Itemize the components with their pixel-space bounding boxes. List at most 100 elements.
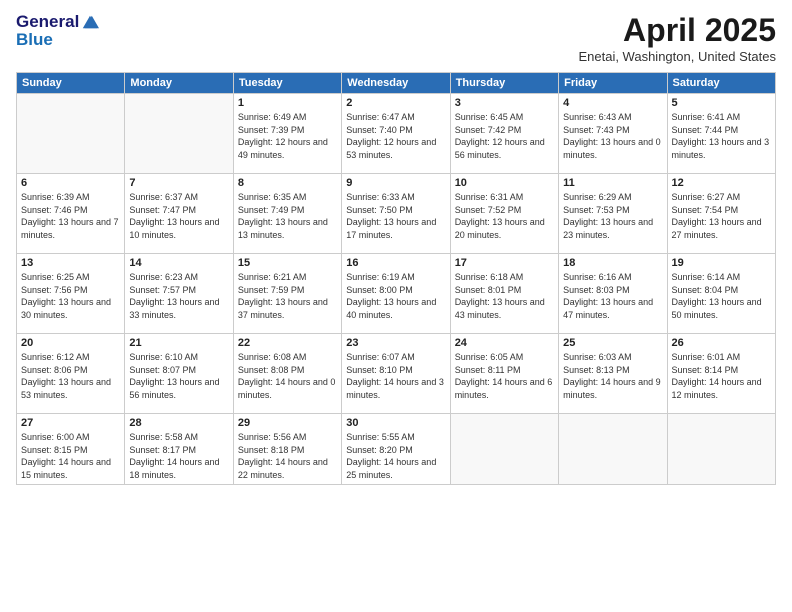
day-number: 21 [129, 337, 228, 349]
day-info: Sunrise: 6:08 AMSunset: 8:08 PMDaylight:… [238, 352, 336, 400]
day-cell: 19 Sunrise: 6:14 AMSunset: 8:04 PMDaylig… [667, 254, 775, 334]
day-info: Sunrise: 6:37 AMSunset: 7:47 PMDaylight:… [129, 192, 219, 240]
day-info: Sunrise: 6:07 AMSunset: 8:10 PMDaylight:… [346, 352, 444, 400]
day-cell: 16 Sunrise: 6:19 AMSunset: 8:00 PMDaylig… [342, 254, 450, 334]
day-number: 12 [672, 177, 771, 189]
day-number: 9 [346, 177, 445, 189]
day-cell [17, 94, 125, 174]
day-info: Sunrise: 6:01 AMSunset: 8:14 PMDaylight:… [672, 352, 762, 400]
day-number: 22 [238, 337, 337, 349]
day-number: 29 [238, 417, 337, 429]
week-row-5: 27 Sunrise: 6:00 AMSunset: 8:15 PMDaylig… [17, 414, 776, 485]
day-number: 15 [238, 257, 337, 269]
day-info: Sunrise: 6:19 AMSunset: 8:00 PMDaylight:… [346, 272, 436, 320]
day-number: 30 [346, 417, 445, 429]
day-cell: 21 Sunrise: 6:10 AMSunset: 8:07 PMDaylig… [125, 334, 233, 414]
title-block: April 2025 Enetai, Washington, United St… [578, 12, 776, 64]
day-number: 23 [346, 337, 445, 349]
week-row-4: 20 Sunrise: 6:12 AMSunset: 8:06 PMDaylig… [17, 334, 776, 414]
day-info: Sunrise: 6:23 AMSunset: 7:57 PMDaylight:… [129, 272, 219, 320]
day-cell: 5 Sunrise: 6:41 AMSunset: 7:44 PMDayligh… [667, 94, 775, 174]
day-info: Sunrise: 6:03 AMSunset: 8:13 PMDaylight:… [563, 352, 661, 400]
calendar: SundayMondayTuesdayWednesdayThursdayFrid… [16, 72, 776, 485]
day-cell [667, 414, 775, 485]
subtitle: Enetai, Washington, United States [578, 49, 776, 64]
day-info: Sunrise: 5:56 AMSunset: 8:18 PMDaylight:… [238, 432, 328, 480]
day-info: Sunrise: 6:33 AMSunset: 7:50 PMDaylight:… [346, 192, 436, 240]
day-cell: 30 Sunrise: 5:55 AMSunset: 8:20 PMDaylig… [342, 414, 450, 485]
day-cell: 7 Sunrise: 6:37 AMSunset: 7:47 PMDayligh… [125, 174, 233, 254]
day-number: 17 [455, 257, 554, 269]
page: General Blue April 2025 Enetai, Washingt… [0, 0, 792, 612]
week-row-1: 1 Sunrise: 6:49 AMSunset: 7:39 PMDayligh… [17, 94, 776, 174]
day-info: Sunrise: 6:45 AMSunset: 7:42 PMDaylight:… [455, 112, 545, 160]
logo-general: General [16, 12, 79, 32]
day-number: 26 [672, 337, 771, 349]
day-number: 24 [455, 337, 554, 349]
day-cell: 23 Sunrise: 6:07 AMSunset: 8:10 PMDaylig… [342, 334, 450, 414]
day-cell: 18 Sunrise: 6:16 AMSunset: 8:03 PMDaylig… [559, 254, 667, 334]
day-number: 2 [346, 97, 445, 109]
col-header-wednesday: Wednesday [342, 73, 450, 94]
day-info: Sunrise: 6:29 AMSunset: 7:53 PMDaylight:… [563, 192, 653, 240]
day-cell [125, 94, 233, 174]
day-cell: 20 Sunrise: 6:12 AMSunset: 8:06 PMDaylig… [17, 334, 125, 414]
day-info: Sunrise: 6:41 AMSunset: 7:44 PMDaylight:… [672, 112, 770, 160]
col-header-tuesday: Tuesday [233, 73, 341, 94]
day-number: 4 [563, 97, 662, 109]
day-cell: 29 Sunrise: 5:56 AMSunset: 8:18 PMDaylig… [233, 414, 341, 485]
day-info: Sunrise: 6:31 AMSunset: 7:52 PMDaylight:… [455, 192, 545, 240]
day-cell: 10 Sunrise: 6:31 AMSunset: 7:52 PMDaylig… [450, 174, 558, 254]
day-number: 13 [21, 257, 120, 269]
week-row-2: 6 Sunrise: 6:39 AMSunset: 7:46 PMDayligh… [17, 174, 776, 254]
day-number: 14 [129, 257, 228, 269]
day-info: Sunrise: 6:39 AMSunset: 7:46 PMDaylight:… [21, 192, 119, 240]
col-header-saturday: Saturday [667, 73, 775, 94]
main-title: April 2025 [578, 12, 776, 49]
day-number: 1 [238, 97, 337, 109]
day-number: 16 [346, 257, 445, 269]
day-cell: 12 Sunrise: 6:27 AMSunset: 7:54 PMDaylig… [667, 174, 775, 254]
day-number: 25 [563, 337, 662, 349]
day-number: 10 [455, 177, 554, 189]
col-header-thursday: Thursday [450, 73, 558, 94]
day-info: Sunrise: 6:25 AMSunset: 7:56 PMDaylight:… [21, 272, 111, 320]
day-cell: 22 Sunrise: 6:08 AMSunset: 8:08 PMDaylig… [233, 334, 341, 414]
day-number: 18 [563, 257, 662, 269]
day-cell: 15 Sunrise: 6:21 AMSunset: 7:59 PMDaylig… [233, 254, 341, 334]
day-cell: 28 Sunrise: 5:58 AMSunset: 8:17 PMDaylig… [125, 414, 233, 485]
day-number: 8 [238, 177, 337, 189]
day-cell: 27 Sunrise: 6:00 AMSunset: 8:15 PMDaylig… [17, 414, 125, 485]
day-number: 6 [21, 177, 120, 189]
day-info: Sunrise: 6:35 AMSunset: 7:49 PMDaylight:… [238, 192, 328, 240]
day-cell: 6 Sunrise: 6:39 AMSunset: 7:46 PMDayligh… [17, 174, 125, 254]
day-number: 19 [672, 257, 771, 269]
day-number: 28 [129, 417, 228, 429]
day-cell: 9 Sunrise: 6:33 AMSunset: 7:50 PMDayligh… [342, 174, 450, 254]
day-cell: 3 Sunrise: 6:45 AMSunset: 7:42 PMDayligh… [450, 94, 558, 174]
day-cell: 14 Sunrise: 6:23 AMSunset: 7:57 PMDaylig… [125, 254, 233, 334]
day-info: Sunrise: 6:05 AMSunset: 8:11 PMDaylight:… [455, 352, 553, 400]
day-info: Sunrise: 6:10 AMSunset: 8:07 PMDaylight:… [129, 352, 219, 400]
day-number: 11 [563, 177, 662, 189]
day-cell: 11 Sunrise: 6:29 AMSunset: 7:53 PMDaylig… [559, 174, 667, 254]
day-cell: 8 Sunrise: 6:35 AMSunset: 7:49 PMDayligh… [233, 174, 341, 254]
week-row-3: 13 Sunrise: 6:25 AMSunset: 7:56 PMDaylig… [17, 254, 776, 334]
day-number: 27 [21, 417, 120, 429]
day-cell: 17 Sunrise: 6:18 AMSunset: 8:01 PMDaylig… [450, 254, 558, 334]
day-info: Sunrise: 6:00 AMSunset: 8:15 PMDaylight:… [21, 432, 111, 480]
header-row: SundayMondayTuesdayWednesdayThursdayFrid… [17, 73, 776, 94]
day-number: 7 [129, 177, 228, 189]
day-info: Sunrise: 5:58 AMSunset: 8:17 PMDaylight:… [129, 432, 219, 480]
col-header-sunday: Sunday [17, 73, 125, 94]
day-cell [559, 414, 667, 485]
logo-icon [81, 13, 99, 31]
day-cell [450, 414, 558, 485]
day-cell: 1 Sunrise: 6:49 AMSunset: 7:39 PMDayligh… [233, 94, 341, 174]
day-cell: 24 Sunrise: 6:05 AMSunset: 8:11 PMDaylig… [450, 334, 558, 414]
day-cell: 26 Sunrise: 6:01 AMSunset: 8:14 PMDaylig… [667, 334, 775, 414]
header: General Blue April 2025 Enetai, Washingt… [16, 12, 776, 64]
day-number: 20 [21, 337, 120, 349]
day-info: Sunrise: 6:16 AMSunset: 8:03 PMDaylight:… [563, 272, 653, 320]
day-info: Sunrise: 6:47 AMSunset: 7:40 PMDaylight:… [346, 112, 436, 160]
